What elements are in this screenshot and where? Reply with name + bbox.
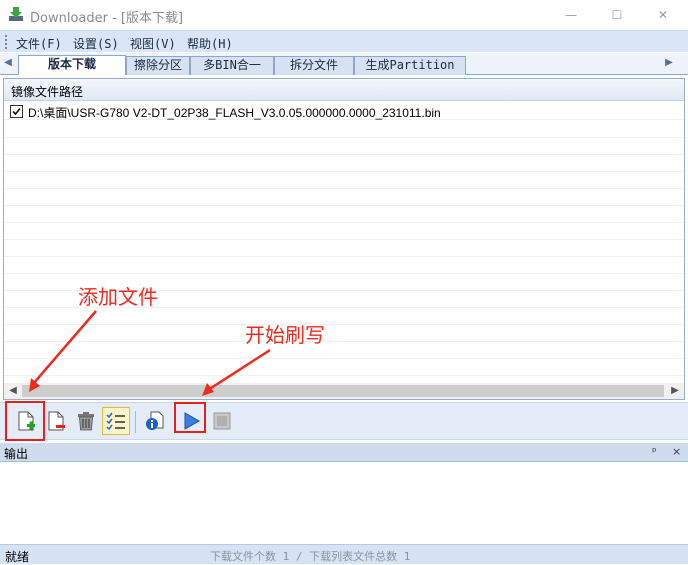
file-info-button[interactable] (141, 407, 169, 435)
tab-scroll-right-icon[interactable]: ▶ (663, 57, 675, 71)
checklist-icon (106, 412, 125, 431)
horizontal-scrollbar[interactable]: ◀ ▶ (4, 383, 684, 399)
add-file-highlight (5, 401, 45, 441)
maximize-button[interactable]: ☐ (594, 0, 640, 30)
tab-bar: ◀ 版本下载 擦除分区 多BIN合一 拆分文件 生成Partition ▶ (0, 53, 688, 75)
menu-grip-icon[interactable] (5, 35, 8, 49)
maximize-icon: ☐ (611, 8, 623, 22)
menu-help[interactable]: 帮助(H) (187, 35, 233, 52)
start-flash-annotation: 开始刷写 (245, 323, 325, 347)
file-info-icon (146, 411, 164, 430)
column-header-label: 镜像文件路径 (11, 85, 84, 99)
stop-icon (213, 412, 231, 430)
column-header[interactable]: 镜像文件路径 (4, 79, 684, 101)
start-flash-highlight (174, 402, 206, 433)
menu-view[interactable]: 视图(V) (130, 35, 176, 52)
file-row-checkbox[interactable] (10, 105, 23, 118)
pin-icon[interactable]: ᵖ (652, 445, 657, 458)
empty-row (4, 138, 684, 155)
tab-version-download[interactable]: 版本下载 (18, 55, 126, 75)
remove-file-button[interactable] (42, 407, 70, 435)
title-bar: Downloader - [版本下载] — ☐ ✕ (0, 0, 688, 30)
downloader-app-icon (9, 7, 23, 21)
stop-button[interactable] (208, 407, 236, 435)
toolbar-separator (135, 411, 136, 433)
tab-erase-partition[interactable]: 擦除分区 (126, 56, 190, 75)
checklist-button[interactable] (102, 407, 130, 435)
tab-merge-bins[interactable]: 多BIN合一 (190, 56, 274, 75)
status-state: 就绪 (5, 550, 30, 564)
empty-row (4, 172, 684, 189)
file-list: 镜像文件路径 D:\桌面\USR-G780 V2-DT_02P38_FLASH_… (3, 78, 685, 400)
empty-row (4, 325, 684, 342)
menu-file[interactable]: 文件(F) (16, 35, 62, 52)
file-path: D:\桌面\USR-G780 V2-DT_02P38_FLASH_V3.0.05… (28, 106, 441, 120)
output-close-icon[interactable]: × (672, 445, 681, 458)
empty-row (4, 240, 684, 257)
minimize-button[interactable]: — (548, 0, 594, 30)
tab-generate-partition[interactable]: 生成Partition (354, 56, 466, 75)
output-title: 输出 (4, 447, 29, 461)
status-bar: 就绪 下载文件个数 1 / 下载列表文件总数 1 (0, 544, 688, 564)
empty-row (4, 121, 684, 138)
output-log[interactable] (0, 462, 688, 544)
empty-row (4, 308, 684, 325)
action-toolbar (0, 402, 688, 440)
menu-bar: 文件(F) 设置(S) 视图(V) 帮助(H) (0, 30, 688, 52)
trash-icon (78, 412, 94, 431)
empty-row (4, 223, 684, 240)
scroll-right-icon[interactable]: ▶ (667, 384, 683, 398)
status-file-counts: 下载文件个数 1 / 下载列表文件总数 1 (210, 550, 411, 563)
scroll-left-icon[interactable]: ◀ (5, 384, 21, 398)
tab-split-file[interactable]: 拆分文件 (274, 56, 354, 75)
file-row[interactable]: D:\桌面\USR-G780 V2-DT_02P38_FLASH_V3.0.05… (4, 103, 684, 120)
clear-list-button[interactable] (72, 407, 100, 435)
menu-settings[interactable]: 设置(S) (73, 35, 119, 52)
empty-row (4, 342, 684, 359)
scrollbar-thumb[interactable] (22, 385, 664, 397)
empty-row (4, 155, 684, 172)
add-file-annotation: 添加文件 (78, 285, 158, 309)
empty-row (4, 189, 684, 206)
minimize-icon: — (565, 8, 577, 22)
close-icon: ✕ (657, 8, 669, 22)
window-title: Downloader - [版本下载] (30, 11, 184, 26)
checkmark-icon (12, 107, 21, 116)
empty-row (4, 257, 684, 274)
remove-file-icon (48, 411, 65, 431)
tab-scroll-left-icon[interactable]: ◀ (2, 57, 14, 71)
close-button[interactable]: ✕ (640, 0, 686, 30)
output-panel-header: 输出 ᵖ × (0, 443, 688, 462)
empty-row (4, 359, 684, 376)
empty-row (4, 206, 684, 223)
